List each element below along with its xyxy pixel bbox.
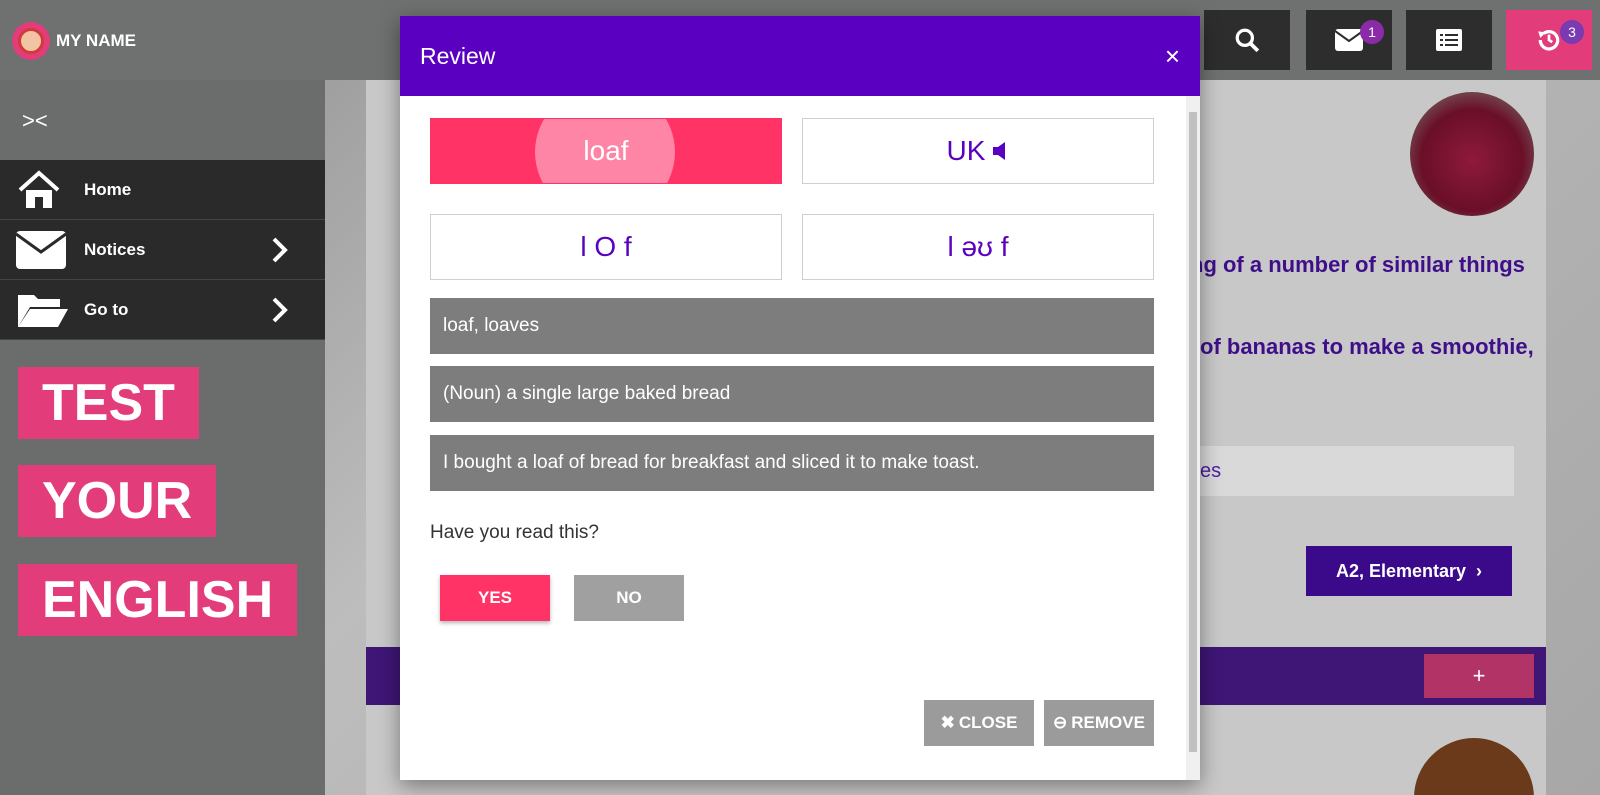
sidebar-item-home[interactable]: Home <box>0 160 325 220</box>
word-forms: loaf, loaves <box>430 298 1154 354</box>
read-question: Have you read this? <box>430 522 599 543</box>
word-definition: (Noun) a single large baked bread <box>430 366 1154 422</box>
home-icon <box>16 169 70 210</box>
close-icon[interactable]: × <box>1165 41 1180 72</box>
modal-title: Review <box>420 42 496 69</box>
envelope-icon <box>16 230 70 270</box>
word-label: loaf <box>583 135 629 166</box>
word-example: I bought a loaf of bread for breakfast a… <box>430 435 1154 491</box>
chevron-right-icon <box>272 237 288 263</box>
answer-input[interactable]: es <box>1190 446 1514 496</box>
search-button[interactable] <box>1204 10 1290 70</box>
definition-text: ng of a number of similar things <box>1190 252 1525 277</box>
add-button[interactable]: + <box>1424 654 1534 698</box>
review-modal: Review × loaf UK l O f l əʊ f loaf, loav… <box>400 16 1200 780</box>
user-name: MY NAME <box>56 31 136 50</box>
level-button[interactable]: A2, Elementary › <box>1306 546 1512 596</box>
word-card[interactable]: loaf <box>430 118 782 184</box>
history-button[interactable]: 3 <box>1506 10 1592 70</box>
modal-body: loaf UK l O f l əʊ f loaf, loaves (Noun)… <box>400 96 1186 780</box>
sidebar-item-goto[interactable]: Go to <box>0 280 325 340</box>
collapse-icon[interactable]: >< <box>22 108 48 134</box>
list-button[interactable] <box>1406 10 1492 70</box>
chevron-right-icon <box>272 297 288 323</box>
sidebar-nav: Home Notices Go to <box>0 160 325 340</box>
sidebar-item-notices[interactable]: Notices <box>0 220 325 280</box>
envelope-icon <box>1335 29 1363 51</box>
messages-button[interactable]: 1 <box>1306 10 1392 70</box>
user-menu[interactable]: MY NAME <box>12 22 136 60</box>
remove-button[interactable]: ⊖ REMOVE <box>1044 700 1154 746</box>
level-label: A2, Elementary <box>1335 560 1467 581</box>
close-x-icon: ✖ <box>940 713 955 732</box>
sidebar-item-label: Notices <box>84 239 146 259</box>
history-icon <box>1538 30 1560 51</box>
uk-label: UK <box>946 135 986 166</box>
pronunciation-uk[interactable]: l əʊ f <box>802 214 1154 280</box>
promo-your: YOUR <box>18 465 217 537</box>
sidebar-item-label: Go to <box>84 299 129 319</box>
history-badge: 3 <box>1560 20 1584 44</box>
speaker-icon <box>993 142 1006 160</box>
minus-circle-icon: ⊖ <box>1053 713 1068 732</box>
messages-badge: 1 <box>1360 20 1384 44</box>
avatar <box>12 22 50 60</box>
promo-english: ENGLISH <box>18 564 298 636</box>
list-icon <box>1436 29 1462 51</box>
example-text: of bananas to make a smoothie, <box>1200 334 1534 359</box>
sidebar: >< Home Notices Go to TEST YOUR ENGLISH <box>0 80 325 795</box>
chevron-right-icon: › <box>1476 560 1483 581</box>
word-image <box>1410 92 1534 216</box>
pronunciation-us[interactable]: l O f <box>430 214 782 280</box>
scrollbar-thumb[interactable] <box>1189 112 1197 752</box>
modal-scrollbar[interactable] <box>1186 96 1200 780</box>
search-icon <box>1235 28 1260 53</box>
close-label: CLOSE <box>958 713 1018 732</box>
no-button[interactable]: NO <box>574 575 684 621</box>
sidebar-item-label: Home <box>84 179 132 199</box>
yes-button[interactable]: YES <box>440 575 550 621</box>
folder-icon <box>16 290 70 330</box>
promo-test: TEST <box>18 367 199 439</box>
uk-audio-button[interactable]: UK <box>802 118 1154 184</box>
remove-label: REMOVE <box>1071 713 1145 732</box>
close-button[interactable]: ✖ CLOSE <box>924 700 1034 746</box>
modal-header: Review × <box>400 16 1200 96</box>
